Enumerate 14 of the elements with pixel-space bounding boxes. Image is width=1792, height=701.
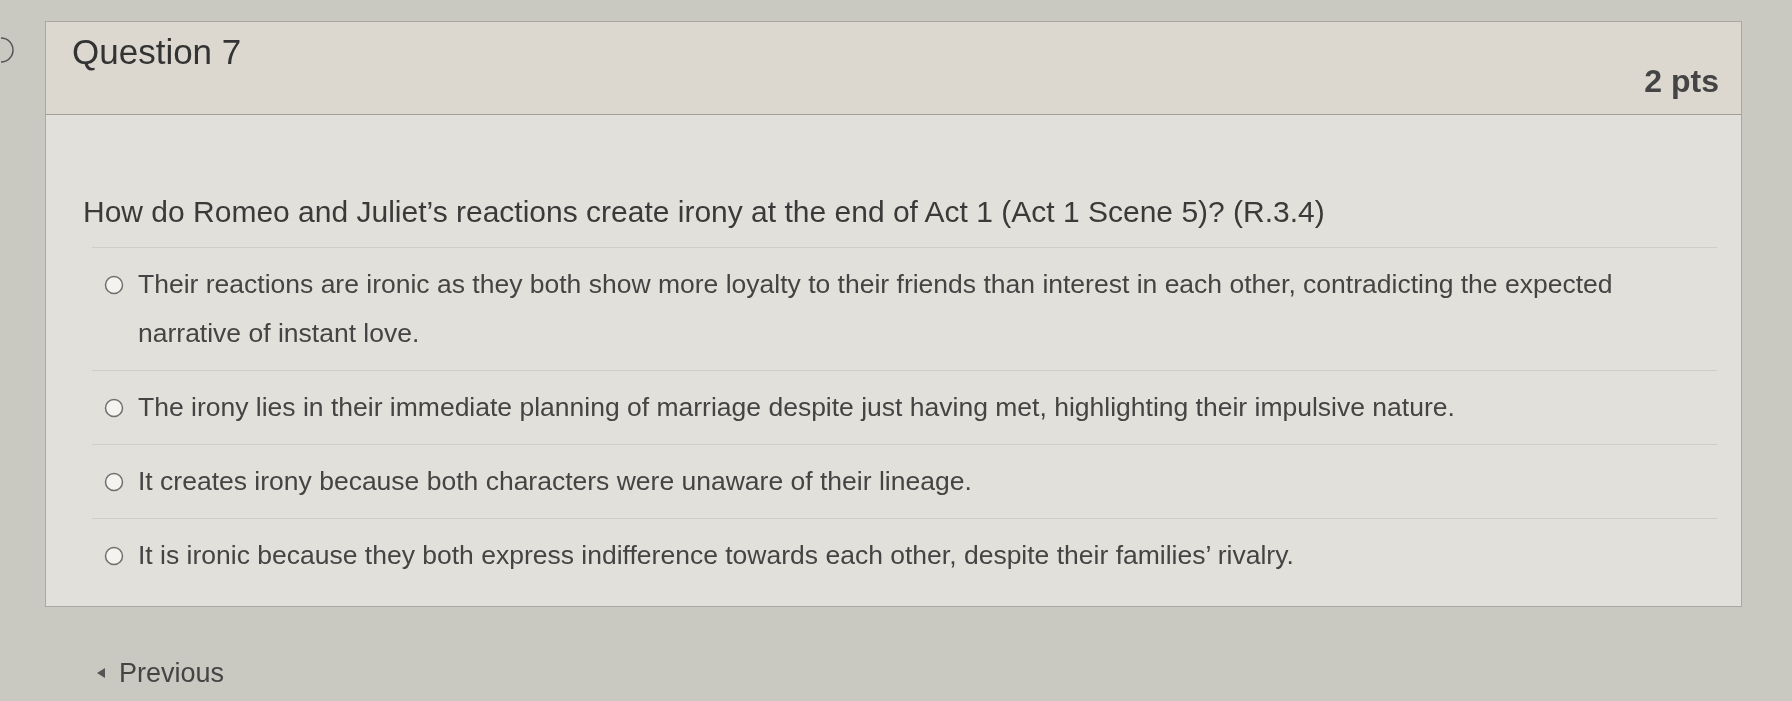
radio-button[interactable] [104, 397, 124, 418]
answer-text[interactable]: Their reactions are ironic as they both show more loyalty to their friends than interest in each other, contradicting the expected narrative of instant love. [138, 260, 1707, 358]
question-points: 2 pts [1644, 62, 1719, 100]
caret-left-icon [97, 668, 105, 678]
radio-button[interactable] [104, 274, 124, 295]
answer-text[interactable]: It creates irony because both characters were unaware of their lineage. [138, 457, 972, 506]
previous-button[interactable]: Previous [97, 657, 225, 689]
radio-button[interactable] [104, 545, 124, 566]
circle-outline-icon[interactable] [0, 37, 16, 63]
answer-text[interactable]: It is ironic because they both express indifference towards each other, despite their families’ rivalry. [138, 531, 1294, 580]
answer-text[interactable]: The irony lies in their immediate planning of marriage despite just having met, highlighting their impulsive nature. [138, 383, 1455, 432]
question-title: Question 7 [72, 31, 242, 73]
radio-button[interactable] [104, 471, 124, 492]
question-text: How do Romeo and Juliet’s reactions create irony at the end of Act 1 (Act 1 Scene 5)? (R.3.4) [83, 195, 1326, 229]
